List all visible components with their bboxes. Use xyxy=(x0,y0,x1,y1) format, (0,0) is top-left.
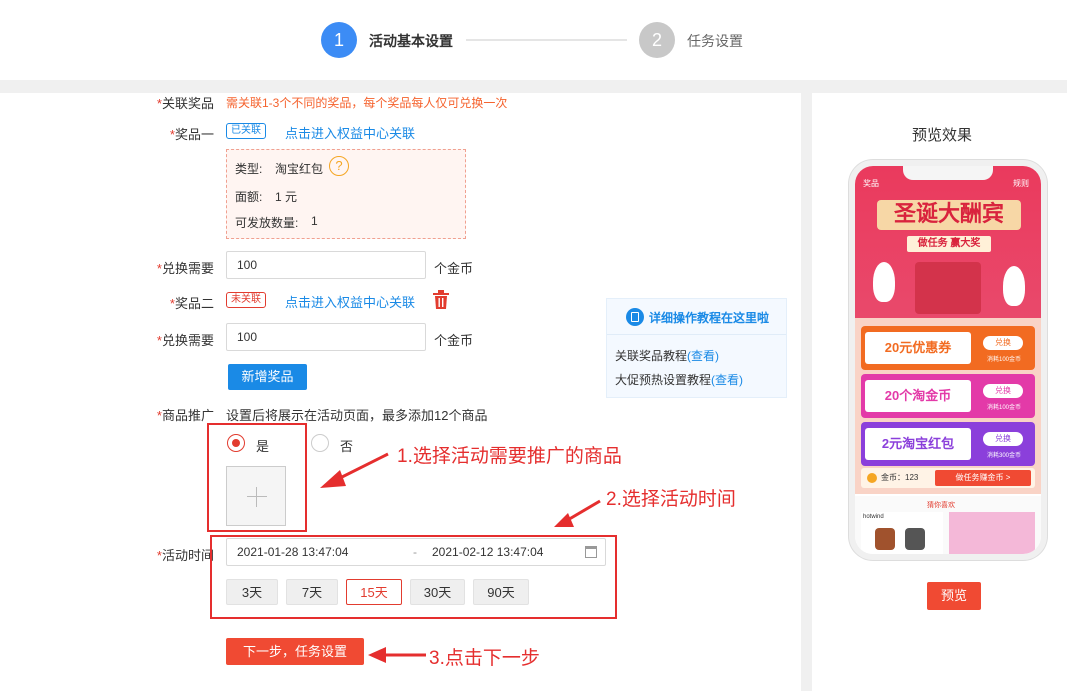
prize1-type-value: 淘宝红包 xyxy=(275,162,324,176)
preview-recommend-title: 猜你喜欢 xyxy=(927,502,955,509)
preview-banner-sub: 做任务 赢大奖 xyxy=(907,236,991,252)
step-connector xyxy=(466,39,627,41)
prize2-link[interactable]: 点击进入权益中心关联 xyxy=(285,292,415,311)
preview-recommend: 猜你喜欢 hotwind xyxy=(855,496,1041,554)
exchange1-input[interactable]: 100 xyxy=(226,251,426,279)
coupon-text: 20个淘金币 xyxy=(865,380,971,412)
prize2-status-tag: 未关联 xyxy=(226,292,266,308)
tutorial-view-link[interactable]: (查看) xyxy=(687,349,719,363)
exchange2-input[interactable]: 100 xyxy=(226,323,426,351)
link-prize-label: *关联奖品 xyxy=(156,96,214,111)
link-prize-hint: 需关联1-3个不同的奖品，每个奖品每人仅可兑换一次 xyxy=(226,96,508,110)
tutorial-item: 大促预热设置教程(查看) xyxy=(615,373,744,387)
preview-top-left: 奖品 xyxy=(863,179,879,188)
prize1-amount-value: 1 元 xyxy=(275,190,298,204)
tutorial-view-link[interactable]: (查看) xyxy=(711,373,743,387)
bag-icon xyxy=(905,528,925,550)
promo-label: *商品推广 xyxy=(156,408,214,423)
phone-notch xyxy=(903,166,993,180)
product-image xyxy=(949,512,1035,554)
coupon-exchange-button: 兑换 xyxy=(983,336,1023,350)
highlight-box-products xyxy=(207,423,307,532)
tutorial-box: 详细操作教程在这里啦 关联奖品教程(查看) 大促预热设置教程(查看) xyxy=(606,298,787,398)
prize1-type-label: 类型: xyxy=(235,162,263,176)
coupon-note: 消耗100金币 xyxy=(986,405,1021,411)
preview-task-button: 做任务赚金币 > xyxy=(935,470,1031,486)
annotation-2: 2.选择活动时间 xyxy=(606,489,736,510)
prize1-qty-value: 1 xyxy=(311,214,318,228)
prize1-amount-label: 面额: xyxy=(235,190,263,204)
preview-coupon: 2元淘宝红包 兑换 消耗300金币 xyxy=(861,422,1035,466)
arrow-icon xyxy=(320,452,389,488)
annotation-1: 1.选择活动需要推广的商品 xyxy=(397,446,622,467)
prize1-qty-label: 可发放数量: xyxy=(235,216,299,230)
annotation-3: 3.点击下一步 xyxy=(429,648,540,669)
coin-icon xyxy=(867,473,877,483)
preview-coin-bar: 金币：123 做任务赚金币 > xyxy=(861,468,1035,488)
preview-title: 预览效果 xyxy=(912,127,973,144)
prize1-info-box: 类型: 淘宝红包 ? 面额: 1 元 可发放数量: 1 xyxy=(226,149,466,239)
arrow-icon xyxy=(554,499,601,527)
tutorial-item: 关联奖品教程(查看) xyxy=(615,349,720,363)
steps-header: 1 活动基本设置 2 任务设置 xyxy=(0,0,1067,80)
phone-preview: 奖品 规则 圣诞大酬宾 做任务 赢大奖 20元优惠券 兑换 消耗100金币 20… xyxy=(849,160,1047,560)
prize1-link[interactable]: 点击进入权益中心关联 xyxy=(285,123,415,142)
highlight-box-time xyxy=(210,535,617,619)
preview-brand: hotwind xyxy=(863,514,884,520)
arrow-icon xyxy=(368,647,426,663)
add-prize-button[interactable]: 新增奖品 xyxy=(228,364,307,390)
next-step-button[interactable]: 下一步，任务设置 xyxy=(226,638,364,665)
preview-banner: 奖品 规则 圣诞大酬宾 做任务 赢大奖 xyxy=(855,166,1041,326)
time-label: *活动时间 xyxy=(156,548,214,563)
step-1-circle: 1 xyxy=(321,22,357,58)
gift-icon xyxy=(915,262,981,314)
step-1-label: 活动基本设置 xyxy=(369,33,453,49)
preview-coupon: 20元优惠券 兑换 消耗100金币 xyxy=(861,326,1035,370)
exchange2-label: *兑换需要 xyxy=(156,333,214,348)
document-icon xyxy=(626,308,644,326)
promo-hint: 设置后将展示在活动页面，最多添加12个商品 xyxy=(226,408,488,423)
trash-icon[interactable] xyxy=(432,290,450,310)
preview-button[interactable]: 预览 xyxy=(927,582,981,610)
prize1-label: *奖品一 xyxy=(169,127,214,142)
step-2-circle: 2 xyxy=(639,22,675,58)
preview-top-right: 规则 xyxy=(1013,179,1029,188)
coupon-text: 2元淘宝红包 xyxy=(865,428,971,460)
coupon-note: 消耗300金币 xyxy=(986,453,1021,459)
coupon-text: 20元优惠券 xyxy=(865,332,971,364)
snowman-icon xyxy=(1003,266,1025,306)
coupon-exchange-button: 兑换 xyxy=(983,384,1023,398)
coupon-note: 消耗100金币 xyxy=(986,357,1021,363)
prize1-status-tag: 已关联 xyxy=(226,123,266,139)
exchange1-unit: 个金币 xyxy=(434,261,474,276)
bag-icon xyxy=(875,528,895,550)
phone-screen: 奖品 规则 圣诞大酬宾 做任务 赢大奖 20元优惠券 兑换 消耗100金币 20… xyxy=(855,166,1041,554)
preview-banner-title: 圣诞大酬宾 xyxy=(877,200,1021,230)
help-icon[interactable]: ? xyxy=(329,156,349,176)
coupon-exchange-button: 兑换 xyxy=(983,432,1023,446)
exchange1-label: *兑换需要 xyxy=(156,261,214,276)
snowman-icon xyxy=(873,262,895,302)
preview-coin-count: 金币：123 xyxy=(881,473,919,482)
exchange2-unit: 个金币 xyxy=(434,333,474,348)
step-2-label: 任务设置 xyxy=(687,33,743,49)
tutorial-title: 详细操作教程在这里啦 xyxy=(649,311,770,325)
prize2-label: *奖品二 xyxy=(169,296,214,311)
product-image: hotwind xyxy=(861,512,943,554)
divider xyxy=(607,334,786,335)
preview-coupon: 20个淘金币 兑换 消耗100金币 xyxy=(861,374,1035,418)
